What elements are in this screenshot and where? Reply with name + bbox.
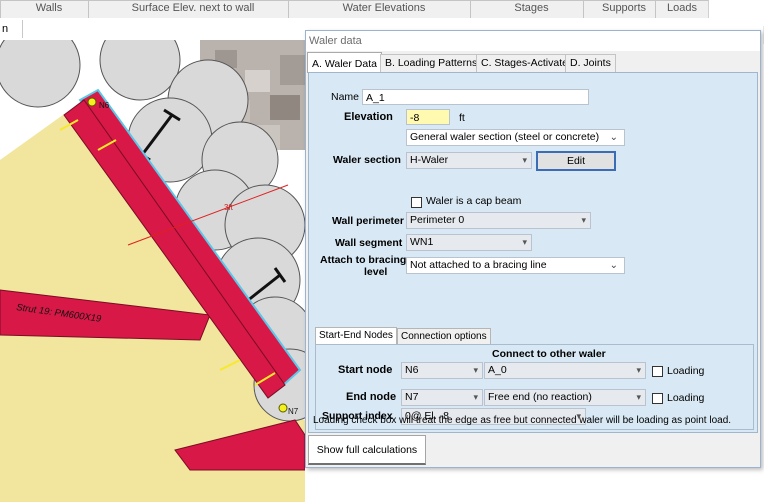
waler-data-panel: Name A_1 Elevation -8 ft General waler s… (308, 72, 758, 433)
node-n6-label: N6 (99, 101, 110, 110)
waler-section-value: H-Waler (410, 154, 449, 166)
end-connect-value: Free end (no reaction) (488, 391, 592, 403)
dialog-title: Waler data (309, 35, 362, 47)
dropdown-arrow-icon: ▾ (636, 392, 641, 402)
node-n6 (87, 97, 97, 107)
cap-beam-checkbox[interactable] (411, 197, 422, 208)
tab-walls[interactable]: Walls (0, 0, 98, 19)
elevation-unit: ft (459, 112, 465, 124)
end-node-label: End node (346, 391, 397, 403)
start-connect-dropdown[interactable]: A_0 ▾ (484, 362, 646, 379)
dimension-label: 3ft (224, 203, 234, 212)
loading-note: Loading check box will treat the edge as… (313, 415, 732, 426)
attach-dropdown[interactable]: Not attached to a bracing line ⌄ (406, 257, 625, 274)
attach-label-line1: Attach to bracing (320, 254, 407, 266)
start-node-value: N6 (405, 364, 419, 376)
start-node-dropdown[interactable]: N6 ▾ (401, 362, 483, 379)
tab-loading-patterns[interactable]: B. Loading Patterns (380, 54, 483, 72)
waler-section-dropdown[interactable]: H-Waler ▾ (406, 152, 532, 169)
node-n7-label: N7 (288, 407, 299, 416)
wall-perimeter-value: Perimeter 0 (410, 214, 465, 226)
tab-joints[interactable]: D. Joints (565, 54, 616, 72)
section-type-value: General waler section (steel or concrete… (410, 131, 600, 143)
end-node-value: N7 (405, 391, 419, 403)
waler-data-dialog: Waler data A. Waler Data B. Loading Patt… (305, 30, 761, 468)
end-connect-dropdown[interactable]: Free end (no reaction) ▾ (484, 389, 646, 406)
node-n7 (278, 403, 288, 413)
tab-loads[interactable]: Loads (655, 0, 709, 19)
wall-segment-label: Wall segment (335, 237, 403, 249)
wall-perimeter-dropdown[interactable]: Perimeter 0 ▾ (406, 212, 591, 229)
waler-section-label: Waler section (333, 154, 401, 166)
name-input[interactable]: A_1 (362, 89, 589, 105)
tab-surface-elev[interactable]: Surface Elev. next to wall (88, 0, 298, 19)
elevation-label: Elevation (344, 111, 393, 123)
dropdown-arrow-icon: ▾ (473, 365, 478, 375)
connect-header: Connect to other waler (492, 348, 606, 360)
name-label: Name (331, 91, 360, 103)
end-loading-checkbox[interactable] (652, 393, 663, 404)
subtab-connection-options[interactable]: Connection options (397, 328, 491, 345)
start-loading-label: Loading (667, 365, 705, 377)
top-tab-bar: Walls Surface Elev. next to wall Water E… (0, 0, 764, 19)
view-tab[interactable]: n (0, 20, 23, 38)
tab-stages-activate[interactable]: C. Stages-Activate (476, 54, 573, 72)
start-node-label: Start node (338, 364, 393, 376)
wall-perimeter-label: Wall perimeter (332, 215, 404, 227)
tab-waler-data[interactable]: A. Waler Data (307, 52, 382, 73)
chevron-down-icon: ⌄ (609, 260, 618, 271)
model-canvas[interactable]: Strut 19: PM600X19 3ft N6 N7 (0, 40, 305, 502)
chevron-down-icon: ⌄ (609, 132, 618, 143)
end-loading-label: Loading (667, 392, 705, 404)
section-type-dropdown[interactable]: General waler section (steel or concrete… (406, 129, 625, 146)
tab-stages[interactable]: Stages (470, 0, 593, 19)
start-connect-value: A_0 (488, 364, 507, 376)
wall-segment-value: WN1 (410, 236, 434, 248)
view-tab-strip: n (0, 18, 305, 40)
wall-segment-dropdown[interactable]: WN1 ▾ (406, 234, 532, 251)
dropdown-arrow-icon: ▾ (522, 237, 527, 247)
elevation-input[interactable]: -8 (406, 109, 450, 125)
dropdown-arrow-icon: ▾ (581, 215, 586, 225)
show-full-calculations-button[interactable]: Show full calculations (308, 435, 426, 465)
end-node-dropdown[interactable]: N7 ▾ (401, 389, 483, 406)
tab-supports[interactable]: Supports (583, 0, 665, 19)
tab-water-elevations[interactable]: Water Elevations (288, 0, 480, 19)
attach-label-line2: level (364, 266, 388, 278)
dropdown-arrow-icon: ▾ (636, 365, 641, 375)
subtab-start-end-nodes[interactable]: Start-End Nodes (315, 327, 397, 345)
dropdown-arrow-icon: ▾ (522, 155, 527, 165)
attach-value: Not attached to a bracing line (410, 259, 547, 271)
start-loading-checkbox[interactable] (652, 366, 663, 377)
cap-beam-label: Waler is a cap beam (426, 195, 522, 207)
edit-button[interactable]: Edit (536, 151, 616, 171)
dialog-titlebar: Waler data (306, 31, 760, 51)
dropdown-arrow-icon: ▾ (473, 392, 478, 402)
